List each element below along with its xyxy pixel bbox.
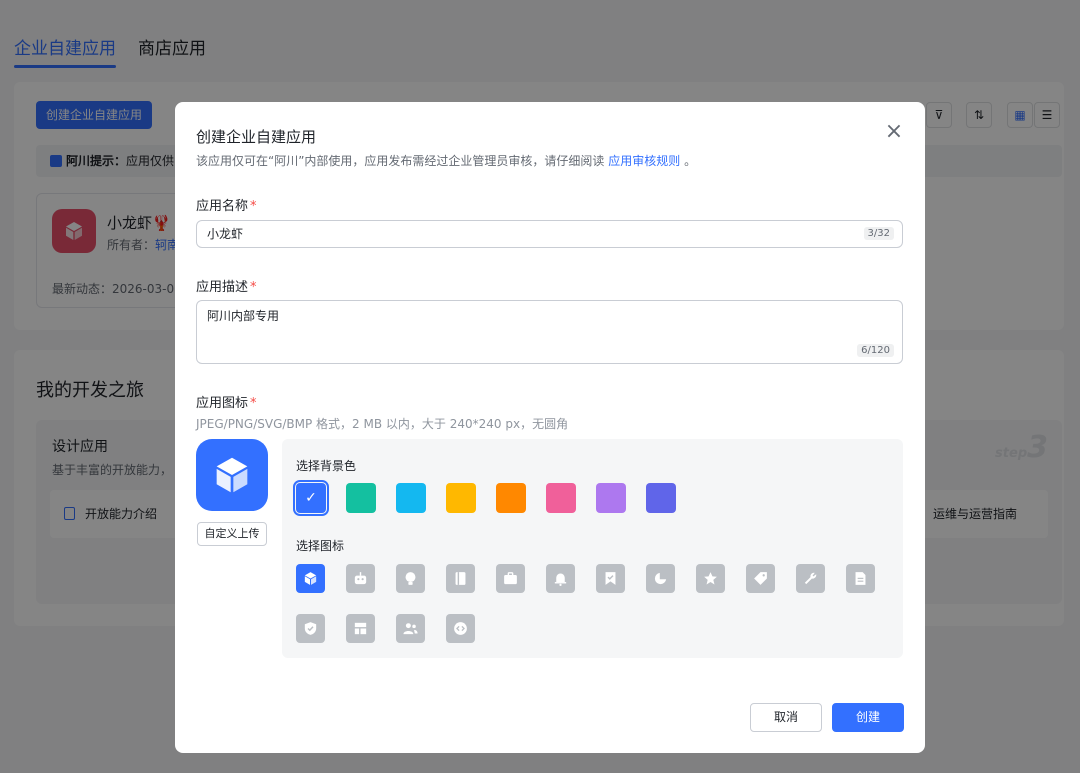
tag-icon[interactable] [746,564,775,593]
app-icon-preview [196,439,268,511]
bulb-icon[interactable] [396,564,425,593]
robot-icon[interactable] [346,564,375,593]
swatch-color[interactable] [446,483,476,513]
desc-label-text: 应用描述 [196,280,249,295]
users-icon[interactable] [396,614,425,643]
bell-icon[interactable] [546,564,575,593]
icon-pick-label: 选择图标 [296,539,345,553]
icon-grid [296,564,896,643]
bg-color-swatches: ✓ [293,480,676,516]
icon-label-text: 应用图标 [196,396,249,411]
cancel-button[interactable]: 取消 [750,703,822,732]
layout-icon[interactable] [346,614,375,643]
star-icon[interactable] [696,564,725,593]
dialog-title: 创建企业自建应用 [196,128,317,146]
app-description-field[interactable]: 阿川内部专用 6/120 [196,300,903,364]
desc-label: 应用描述 * [196,276,257,295]
swatch-color[interactable] [596,483,626,513]
document-icon[interactable] [846,564,875,593]
code-icon[interactable] [446,614,475,643]
icon-picker-panel: 选择背景色 ✓ 选择图标 [282,439,903,658]
swatch-color[interactable] [496,483,526,513]
desc-end: 。 [684,154,697,168]
required-mark: * [250,280,257,295]
create-button[interactable]: 创建 [832,703,904,732]
desc-text: 该应用仅可在“阿川”内部使用，应用发布需经过企业管理员审核，请仔细阅读 [196,154,605,168]
required-mark: * [250,396,257,411]
name-label: 应用名称 * [196,195,257,214]
name-label-text: 应用名称 [196,199,249,214]
swatch-color[interactable] [396,483,426,513]
icon-format-hint: JPEG/PNG/SVG/BMP 格式，2 MB 以内，大于 240*240 p… [196,417,569,431]
app-description-value: 阿川内部专用 [207,309,280,323]
cube-icon [216,457,248,493]
bg-color-label: 选择背景色 [296,459,357,473]
app-name-field[interactable]: 小龙虾 3/32 [196,220,903,248]
swatch-color[interactable] [646,483,676,513]
create-app-dialog: 创建企业自建应用 × 该应用仅可在“阿川”内部使用，应用发布需经过企业管理员审核… [175,102,925,753]
briefcase-icon[interactable] [496,564,525,593]
name-char-count: 3/32 [863,227,894,240]
check-icon: ✓ [305,490,317,506]
required-mark: * [250,199,257,214]
icon-label: 应用图标 * [196,392,257,411]
desc-char-count: 6/120 [857,344,894,357]
swatch-color[interactable] [346,483,376,513]
dialog-description: 该应用仅可在“阿川”内部使用，应用发布需经过企业管理员审核，请仔细阅读 应用审核… [196,152,696,169]
close-icon[interactable]: × [883,121,905,144]
wrench-icon[interactable] [796,564,825,593]
custom-upload-button[interactable]: 自定义上传 [197,522,267,546]
app-name-value: 小龙虾 [207,227,244,241]
pie-chart-icon[interactable] [646,564,675,593]
cube-icon[interactable] [296,564,325,593]
book-icon[interactable] [446,564,475,593]
swatch-color[interactable] [546,483,576,513]
shield-check-icon[interactable] [296,614,325,643]
swatch-color[interactable]: ✓ [293,480,329,516]
bookmark-check-icon[interactable] [596,564,625,593]
review-rules-link[interactable]: 应用审核规则 [608,154,680,168]
